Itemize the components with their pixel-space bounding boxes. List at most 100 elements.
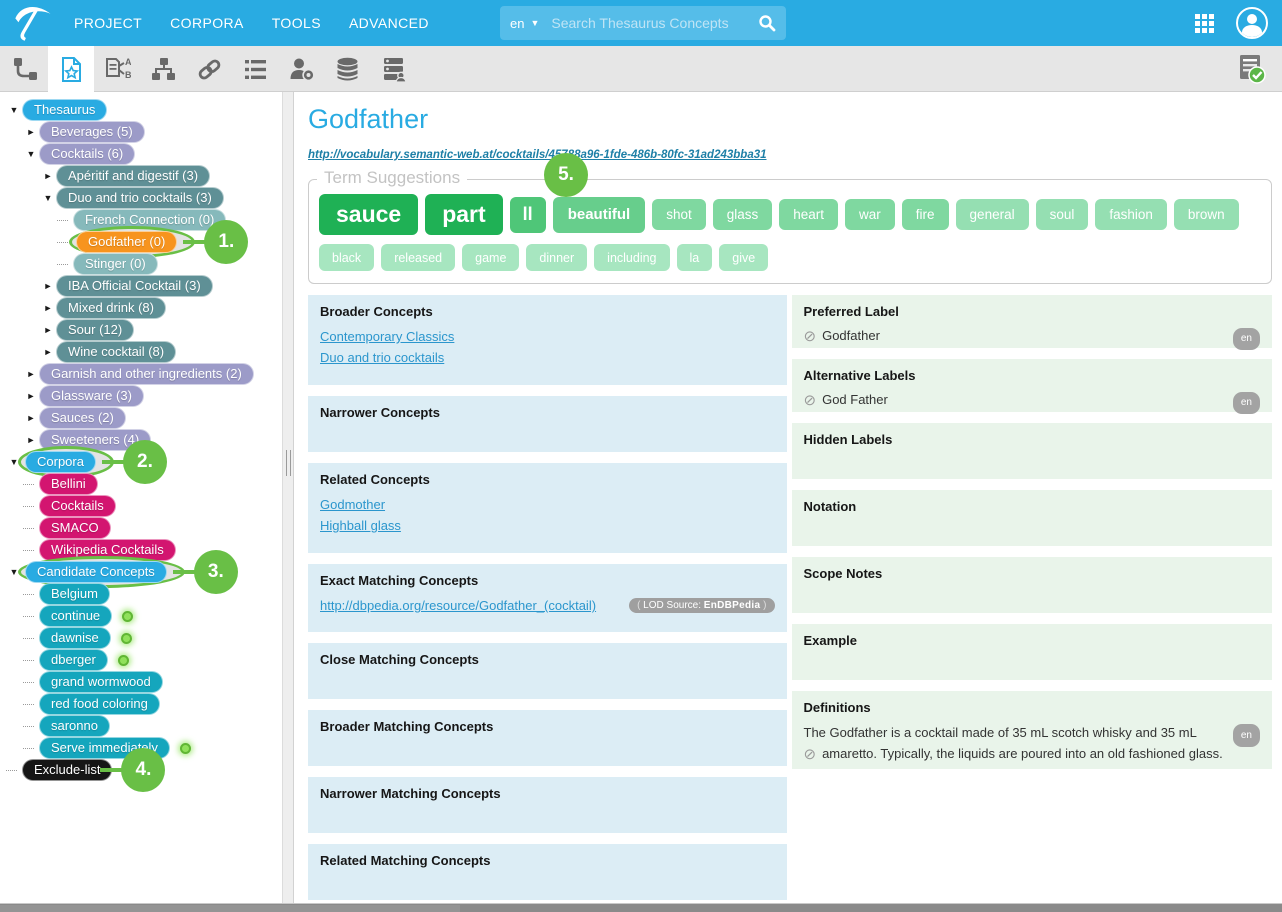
tree-node-wine-cocktail-8[interactable]: Wine cocktail (8) xyxy=(56,341,176,363)
concept-uri-link[interactable]: http://vocabulary.semantic-web.at/cockta… xyxy=(308,149,767,161)
term-suggestion-including[interactable]: including xyxy=(594,244,669,271)
expander-icon[interactable]: ► xyxy=(40,347,56,357)
tree-node-garnish-and-other-ingredients-2[interactable]: Garnish and other ingredients (2) xyxy=(39,363,254,385)
section-scope-notes: Scope Notes xyxy=(792,557,1273,613)
report-check-icon[interactable] xyxy=(1238,54,1266,84)
expander-icon[interactable]: ► xyxy=(40,303,56,313)
tree-node-cocktails-6[interactable]: Cocktails (6) xyxy=(39,143,135,165)
tree-node-corpora[interactable]: Corpora xyxy=(25,451,96,473)
term-suggestion-sauce[interactable]: sauce xyxy=(319,194,418,235)
term-suggestion-fire[interactable]: fire xyxy=(902,199,949,230)
document-star-icon[interactable] xyxy=(48,46,94,92)
expander-icon[interactable]: ▼ xyxy=(40,193,56,203)
term-suggestion-shot[interactable]: shot xyxy=(652,199,706,230)
tree-node-candidate-concepts[interactable]: Candidate Concepts xyxy=(25,561,167,583)
tree-node-beverages-5[interactable]: Beverages (5) xyxy=(39,121,145,143)
expander-icon[interactable]: ► xyxy=(40,171,56,181)
search-language-selector[interactable]: en xyxy=(510,16,524,31)
tree-node-grand-wormwood[interactable]: grand wormwood xyxy=(39,671,163,693)
tree-node-stinger-0[interactable]: Stinger (0) xyxy=(73,253,158,275)
chevron-down-icon[interactable]: ▼ xyxy=(530,18,539,28)
concept-link-highball-glass[interactable]: Highball glass xyxy=(320,515,401,536)
concept-link-contemporary-classics[interactable]: Contemporary Classics xyxy=(320,326,454,347)
term-suggestion-part[interactable]: part xyxy=(425,194,502,235)
term-suggestion-give[interactable]: give xyxy=(719,244,768,271)
tree-node-sour-12[interactable]: Sour (12) xyxy=(56,319,134,341)
tree-node-dawnise[interactable]: dawnise xyxy=(39,627,111,649)
term-suggestion-brown[interactable]: brown xyxy=(1174,199,1239,230)
tree-node-belgium[interactable]: Belgium xyxy=(39,583,110,605)
menu-item-advanced[interactable]: ADVANCED xyxy=(349,15,429,31)
expander-icon[interactable]: ► xyxy=(23,413,39,423)
section-alternative-labels: Alternative Labels en⊘God Father xyxy=(792,359,1273,412)
term-suggestion-glass[interactable]: glass xyxy=(713,199,773,230)
tree-node-ap-ritif-and-digestif-3[interactable]: Apéritif and digestif (3) xyxy=(56,165,210,187)
term-suggestion-beautiful[interactable]: beautiful xyxy=(553,197,646,233)
expander-icon[interactable]: ► xyxy=(23,127,39,137)
server-user-icon[interactable] xyxy=(370,46,416,92)
expander-icon[interactable]: ► xyxy=(40,325,56,335)
term-suggestion-fashion[interactable]: fashion xyxy=(1095,199,1167,230)
concept-tree-panel: ▼ Thesaurus ► Beverages (5) ▼ Cocktails … xyxy=(0,92,282,903)
menu-item-tools[interactable]: TOOLS xyxy=(272,15,321,31)
section-narrower-concepts: Narrower Concepts xyxy=(308,396,787,452)
splitter-grip-handle[interactable] xyxy=(286,450,291,476)
menu-item-corpora[interactable]: CORPORA xyxy=(170,15,244,31)
term-suggestion-la[interactable]: la xyxy=(677,244,713,271)
term-suggestion-released[interactable]: released xyxy=(381,244,455,271)
tree-node-glassware-3[interactable]: Glassware (3) xyxy=(39,385,144,407)
tree-node-thesaurus[interactable]: Thesaurus xyxy=(22,99,107,121)
tree-node-bellini[interactable]: Bellini xyxy=(39,473,98,495)
expander-icon[interactable]: ► xyxy=(23,391,39,401)
tree-node-continue[interactable]: continue xyxy=(39,605,112,627)
section-title: Scope Notes xyxy=(804,566,1261,581)
poolparty-umbrella-logo-icon[interactable] xyxy=(10,2,58,44)
term-suggestion-soul[interactable]: soul xyxy=(1036,199,1089,230)
document-ab-compare-icon[interactable]: AB xyxy=(94,46,140,92)
user-avatar-icon[interactable] xyxy=(1236,7,1268,39)
menu-item-project[interactable]: PROJECT xyxy=(74,15,142,31)
expander-icon[interactable]: ▼ xyxy=(6,105,22,115)
tree-node-godfather-0[interactable]: Godfather (0) xyxy=(76,231,177,253)
term-suggestion-general[interactable]: general xyxy=(956,199,1029,230)
tree-node-cocktails[interactable]: Cocktails xyxy=(39,495,116,517)
tree-node-exclude-list[interactable]: Exclude-list xyxy=(22,759,112,781)
panel-splitter[interactable] xyxy=(282,92,294,903)
search-icon[interactable] xyxy=(758,14,776,32)
tree-node-iba-official-cocktail-3[interactable]: IBA Official Cocktail (3) xyxy=(56,275,213,297)
tree-node-red-food-coloring[interactable]: red food coloring xyxy=(39,693,160,715)
expander-icon[interactable]: ► xyxy=(40,281,56,291)
svg-text:B: B xyxy=(125,70,131,80)
search-input[interactable] xyxy=(551,15,758,31)
tree-node-mixed-drink-8[interactable]: Mixed drink (8) xyxy=(56,297,166,319)
list-icon[interactable] xyxy=(232,46,278,92)
term-suggestion-war[interactable]: war xyxy=(845,199,895,230)
user-settings-icon[interactable] xyxy=(278,46,324,92)
concept-tree-icon[interactable] xyxy=(2,46,48,92)
term-suggestion-dinner[interactable]: dinner xyxy=(526,244,587,271)
expander-icon[interactable]: ▼ xyxy=(23,149,39,159)
tree-node-dberger[interactable]: dberger xyxy=(39,649,108,671)
hierarchy-icon[interactable] xyxy=(140,46,186,92)
tree-node-duo-and-trio-cocktails-3[interactable]: Duo and trio cocktails (3) xyxy=(56,187,224,209)
tree-connector xyxy=(23,660,34,661)
link-icon[interactable] xyxy=(186,46,232,92)
tree-connector xyxy=(23,484,34,485)
concept-link-duo-and-trio-cocktails[interactable]: Duo and trio cocktails xyxy=(320,347,444,368)
term-suggestion-game[interactable]: game xyxy=(462,244,519,271)
term-suggestion-ll[interactable]: ll xyxy=(510,197,546,233)
expander-icon[interactable]: ► xyxy=(23,435,39,445)
expander-icon[interactable]: ► xyxy=(23,369,39,379)
apps-grid-icon[interactable] xyxy=(1195,14,1214,33)
topbar-right-icons xyxy=(1195,0,1268,46)
tree-node-saronno[interactable]: saronno xyxy=(39,715,110,737)
matching-concept-link[interactable]: http://dbpedia.org/resource/Godfather_(c… xyxy=(320,595,596,616)
horizontal-scrollbar[interactable] xyxy=(0,903,1282,912)
scrollbar-thumb[interactable] xyxy=(0,905,460,912)
term-suggestion-black[interactable]: black xyxy=(319,244,374,271)
term-suggestion-heart[interactable]: heart xyxy=(779,199,838,230)
database-icon[interactable] xyxy=(324,46,370,92)
concept-link-godmother[interactable]: Godmother xyxy=(320,494,385,515)
tree-node-sauces-2[interactable]: Sauces (2) xyxy=(39,407,126,429)
tree-node-smaco[interactable]: SMACO xyxy=(39,517,111,539)
